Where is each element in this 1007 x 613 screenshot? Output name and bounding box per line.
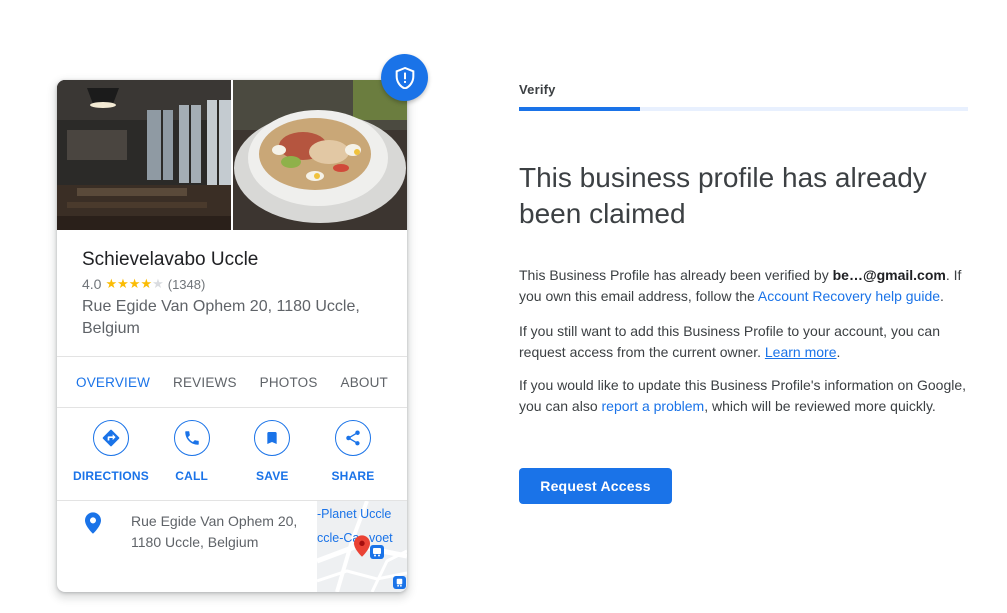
location-pin-icon	[85, 512, 101, 539]
star-icon: ★	[105, 276, 118, 291]
review-count[interactable]: (1348)	[168, 277, 206, 292]
para-text: If you still want to add this Business P…	[519, 323, 940, 360]
tab-about[interactable]: ABOUT	[340, 375, 388, 390]
phone-icon	[173, 420, 210, 456]
map-thumbnail[interactable]: -Planet Uccle ccle-Ca voet	[317, 501, 407, 592]
owner-email: be…@gmail.com	[832, 267, 946, 283]
photo-strip	[57, 80, 407, 230]
tab-overview[interactable]: OVERVIEW	[76, 375, 150, 390]
action-buttons: DIRECTIONS CALL SAVE SHARE	[57, 420, 407, 490]
divider	[57, 407, 407, 408]
learn-more-link[interactable]: Learn more	[765, 344, 837, 360]
food-photo[interactable]	[233, 80, 407, 230]
bookmark-icon	[254, 420, 291, 456]
call-button[interactable]: CALL	[152, 420, 232, 490]
shield-icon	[381, 54, 428, 101]
rating-value: 4.0	[82, 276, 102, 292]
transit-icon	[370, 545, 384, 559]
share-icon	[334, 420, 371, 456]
address-line-1: Rue Egide Van Ophem 20,	[131, 513, 298, 529]
report-problem-link[interactable]: report a problem	[602, 398, 705, 414]
para-text: .	[836, 343, 841, 360]
business-info: Schievelavabo Uccle 4.0 ★ ★ ★ ★ ★ (1348)…	[82, 248, 392, 340]
transit-icon	[393, 576, 406, 589]
rating-stars: ★ ★ ★ ★ ★	[105, 277, 163, 291]
save-button[interactable]: SAVE	[232, 420, 312, 490]
star-empty-icon: ★	[152, 276, 164, 291]
directions-label: DIRECTIONS	[72, 469, 149, 483]
progress-bar-fill	[519, 107, 641, 111]
request-access-paragraph: If you still want to add this Business P…	[519, 321, 969, 362]
map-label-street-2: voet	[369, 531, 393, 545]
directions-icon	[93, 420, 129, 456]
star-icon: ★	[140, 276, 153, 291]
tab-reviews[interactable]: REVIEWS	[173, 375, 237, 390]
card-tabs: OVERVIEW REVIEWS PHOTOS ABOUT	[57, 357, 407, 407]
call-label: CALL	[175, 469, 209, 483]
business-card: Schievelavabo Uccle 4.0 ★ ★ ★ ★ ★ (1348)…	[57, 80, 407, 592]
request-access-button[interactable]: Request Access	[519, 468, 672, 504]
address-text: Rue Egide Van Ophem 20, 1180 Uccle, Belg…	[131, 511, 311, 553]
report-problem-paragraph: If you would like to update this Busines…	[519, 375, 969, 416]
save-label: SAVE	[256, 469, 289, 483]
para-text: .	[940, 287, 944, 304]
rating-row: 4.0 ★ ★ ★ ★ ★ (1348)	[82, 276, 392, 292]
tab-photos[interactable]: PHOTOS	[260, 375, 318, 390]
page-title: This business profile has already been c…	[519, 162, 927, 229]
business-name: Schievelavabo Uccle	[82, 249, 259, 270]
interior-photo[interactable]	[57, 80, 231, 230]
account-recovery-link[interactable]: Account Recovery help guide	[758, 288, 940, 304]
directions-button[interactable]: DIRECTIONS	[71, 420, 151, 490]
verified-by-paragraph: This Business Profile has already been v…	[519, 265, 969, 306]
share-button[interactable]: SHARE	[313, 420, 393, 490]
step-label: Verify	[519, 82, 556, 97]
business-address: Rue Egide Van Ophem 20, 1180 Uccle, Belg…	[82, 298, 360, 337]
map-label-place: -Planet Uccle	[317, 507, 392, 521]
address-line-2: 1180 Uccle, Belgium	[131, 534, 259, 550]
para-text: This Business Profile has already been v…	[519, 267, 833, 283]
star-icon: ★	[128, 276, 141, 291]
map-pin-icon	[354, 535, 370, 562]
progress-bar	[519, 107, 968, 111]
share-label: SHARE	[331, 469, 375, 483]
address-row[interactable]: Rue Egide Van Ophem 20, 1180 Uccle, Belg…	[57, 501, 407, 592]
star-icon: ★	[117, 276, 129, 291]
para-text: , which will be reviewed more quickly.	[704, 397, 936, 414]
